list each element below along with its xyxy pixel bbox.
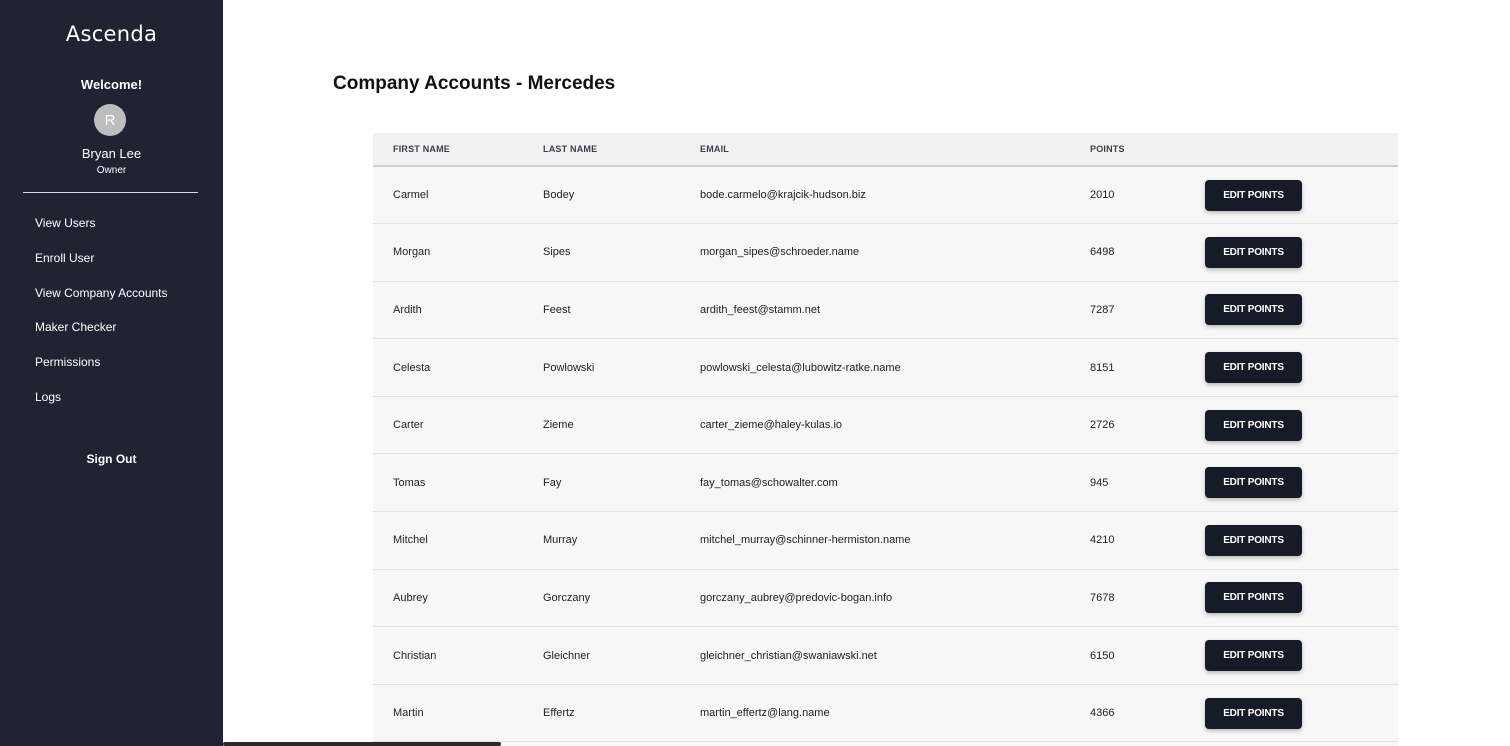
table-row: Morgan Sipes morgan_sipes@schroeder.name… (373, 224, 1398, 282)
sidebar-nav: View Users Enroll User View Company Acco… (35, 215, 215, 424)
cell-points: 7287 (1090, 303, 1115, 316)
cell-first-name: Carmel (393, 189, 429, 202)
cell-action: EDIT POINTS (1185, 454, 1398, 512)
cell-points: 8151 (1090, 361, 1115, 374)
cell-points: 4366 (1090, 707, 1115, 720)
accounts-table: FIRST NAME LAST NAME EMAIL POINTS Carmel… (373, 133, 1398, 742)
edit-points-button[interactable]: EDIT POINTS (1205, 582, 1302, 614)
cell-action: EDIT POINTS (1185, 224, 1398, 282)
cell-points: 6150 (1090, 649, 1115, 662)
cell-first-name: Christian (393, 649, 437, 662)
column-header-email: EMAIL (700, 144, 729, 154)
sidebar-item-maker-checker[interactable]: Maker Checker (35, 319, 215, 354)
cell-points: 2726 (1090, 419, 1115, 432)
column-header-first-name: FIRST NAME (393, 144, 450, 154)
cell-email: morgan_sipes@schroeder.name (700, 246, 860, 259)
cell-last-name: Gleichner (543, 649, 591, 662)
cell-last-name: Sipes (543, 246, 571, 259)
cell-points: 7678 (1090, 591, 1115, 604)
table-row: Christian Gleichner gleichner_christian@… (373, 627, 1398, 685)
table-row: Celesta Powlowski powlowski_celesta@lubo… (373, 339, 1398, 397)
cell-points: 4210 (1090, 534, 1115, 547)
cell-email: martin_effertz@lang.name (700, 707, 830, 720)
cell-email: bode.carmelo@krajcik-hudson.biz (700, 189, 866, 202)
edit-points-button[interactable]: EDIT POINTS (1205, 524, 1302, 556)
table-row: Carter Zieme carter_zieme@haley-kulas.io… (373, 396, 1398, 454)
cell-points: 6498 (1090, 246, 1115, 259)
cell-email: powlowski_celesta@lubowitz-ratke.name (700, 361, 901, 374)
sidebar-item-logs[interactable]: Logs (35, 389, 215, 424)
welcome-text: Welcome! (80, 77, 143, 92)
cell-last-name: Feest (543, 303, 571, 316)
table-row: Aubrey Gorczany gorczany_aubrey@predovic… (373, 569, 1398, 627)
table-row: Mitchel Murray mitchel_murray@schinner-h… (373, 512, 1398, 570)
edit-points-button[interactable]: EDIT POINTS (1205, 294, 1302, 326)
cell-action: EDIT POINTS (1185, 627, 1398, 685)
cell-action: EDIT POINTS (1185, 569, 1398, 627)
cell-email: gorczany_aubrey@predovic-bogan.info (700, 591, 893, 604)
edit-points-button[interactable]: EDIT POINTS (1205, 467, 1302, 499)
app-logo[interactable]: Ascenda (0, 22, 223, 46)
cell-points: 945 (1090, 476, 1109, 489)
app-root: Ascenda Welcome! R Bryan Lee Owner View … (0, 0, 1510, 746)
sidebar: Ascenda Welcome! R Bryan Lee Owner View … (0, 0, 223, 746)
cell-action: EDIT POINTS (1185, 512, 1398, 570)
sign-out-button[interactable]: Sign Out (0, 452, 223, 466)
cell-email: carter_zieme@haley-kulas.io (700, 419, 843, 432)
column-header-last-name: LAST NAME (543, 144, 598, 154)
cell-first-name: Martin (393, 707, 424, 720)
cell-first-name: Morgan (393, 246, 431, 259)
cell-action: EDIT POINTS (1185, 684, 1398, 742)
cell-action: EDIT POINTS (1185, 166, 1398, 224)
table-row: Martin Effertz martin_effertz@lang.name … (373, 684, 1398, 742)
cell-first-name: Carter (393, 419, 424, 432)
column-header-points: POINTS (1090, 144, 1125, 154)
table-header: FIRST NAME LAST NAME EMAIL POINTS (373, 133, 1398, 166)
column-header-actions (1185, 133, 1398, 166)
edit-points-button[interactable]: EDIT POINTS (1205, 409, 1302, 441)
table-row: Ardith Feest ardith_feest@stamm.net 7287… (373, 281, 1398, 339)
accounts-table-container[interactable]: FIRST NAME LAST NAME EMAIL POINTS Carmel… (373, 133, 1398, 746)
user-name: Bryan Lee (81, 146, 142, 161)
cell-action: EDIT POINTS (1185, 339, 1398, 397)
cell-first-name: Ardith (393, 303, 422, 316)
edit-points-button[interactable]: EDIT POINTS (1205, 236, 1302, 268)
table-header-row: FIRST NAME LAST NAME EMAIL POINTS (373, 133, 1398, 166)
cell-last-name: Effertz (543, 707, 575, 720)
sidebar-item-permissions[interactable]: Permissions (35, 354, 215, 389)
cell-first-name: Celesta (393, 361, 431, 374)
table-row: Tomas Fay fay_tomas@schowalter.com 945 E… (373, 454, 1398, 512)
edit-points-button[interactable]: EDIT POINTS (1205, 352, 1302, 384)
cell-first-name: Tomas (393, 476, 426, 489)
cell-email: fay_tomas@schowalter.com (700, 476, 838, 489)
table-body: Carmel Bodey bode.carmelo@krajcik-hudson… (373, 166, 1398, 742)
cell-first-name: Mitchel (393, 534, 428, 547)
cell-action: EDIT POINTS (1185, 281, 1398, 339)
avatar[interactable]: R (94, 104, 126, 136)
sidebar-divider (23, 192, 198, 193)
horizontal-scrollbar[interactable] (223, 742, 501, 746)
sidebar-item-view-company-accounts[interactable]: View Company Accounts (35, 285, 215, 320)
cell-email: gleichner_christian@swaniawski.net (700, 649, 877, 662)
cell-action: EDIT POINTS (1185, 396, 1398, 454)
cell-first-name: Aubrey (393, 591, 428, 604)
cell-last-name: Fay (543, 476, 562, 489)
cell-points: 2010 (1090, 189, 1115, 202)
edit-points-button[interactable]: EDIT POINTS (1205, 640, 1302, 672)
page-title: Company Accounts - Mercedes (333, 73, 616, 94)
sidebar-item-view-users[interactable]: View Users (35, 215, 215, 250)
cell-last-name: Gorczany (543, 591, 591, 604)
sidebar-item-enroll-user[interactable]: Enroll User (35, 250, 215, 285)
table-row: Carmel Bodey bode.carmelo@krajcik-hudson… (373, 166, 1398, 224)
cell-email: ardith_feest@stamm.net (700, 303, 820, 316)
edit-points-button[interactable]: EDIT POINTS (1205, 697, 1302, 729)
cell-last-name: Powlowski (543, 361, 595, 374)
cell-last-name: Zieme (543, 419, 574, 432)
cell-email: mitchel_murray@schinner-hermiston.name (700, 534, 911, 547)
cell-last-name: Murray (543, 534, 578, 547)
user-role: Owner (96, 165, 127, 176)
edit-points-button[interactable]: EDIT POINTS (1205, 179, 1302, 211)
cell-last-name: Bodey (543, 189, 575, 202)
